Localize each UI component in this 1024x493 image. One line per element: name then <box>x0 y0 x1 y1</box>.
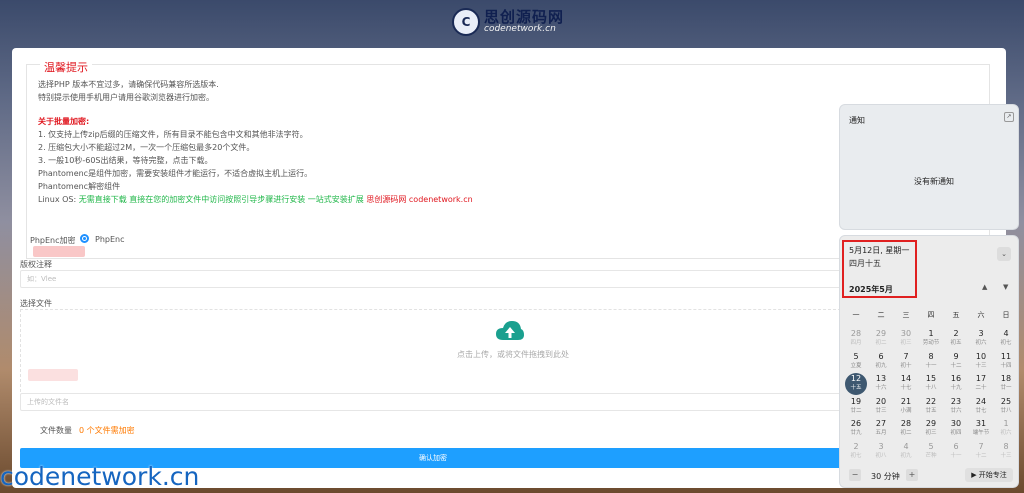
calendar-day-today[interactable]: 12 十五 <box>845 373 867 395</box>
linux-line: Linux OS: 无需直接下载 直接在您的加密文件中访问按照引导步骤进行安装 … <box>38 194 473 205</box>
next-month-icon[interactable]: ▼ <box>1003 283 1008 291</box>
calendar-day[interactable]: 29 初二 <box>870 328 892 350</box>
count-label: 文件数量 <box>40 426 72 435</box>
calendar-day[interactable]: 30 初三 <box>895 328 917 350</box>
calendar-day[interactable]: 1 劳动节 <box>920 328 942 350</box>
focus-minutes: 30 分钟 <box>871 472 900 481</box>
batch-line: 1. 仅支持上传zip后缀的压缩文件，所有目录不能包含中文和其他非法字符。 <box>38 130 308 139</box>
calendar-day[interactable]: 30 初四 <box>945 418 967 440</box>
copyright-input[interactable]: 如：Vlee <box>20 270 846 288</box>
calendar-day[interactable]: 2 初七 <box>845 441 867 463</box>
watermark: codenetwork.cn <box>0 462 200 491</box>
calendar-day[interactable]: 8 十一 <box>920 351 942 373</box>
calendar-day[interactable]: 4 初九 <box>895 441 917 463</box>
calendar-day[interactable]: 19 廿二 <box>845 396 867 418</box>
filename-input[interactable]: 上传的文件名 <box>20 393 846 411</box>
calendar-day[interactable]: 10 十三 <box>970 351 992 373</box>
calendar-day[interactable]: 7 十二 <box>970 441 992 463</box>
linux-install-link[interactable]: 无需直接下载 直接在您的加密文件中访问按照引导步骤进行安装 一站式安装扩展 <box>79 195 367 204</box>
calendar-day[interactable]: 17 二十 <box>970 373 992 395</box>
phpenc-radio[interactable] <box>80 234 89 243</box>
calendar-day[interactable]: 16 十九 <box>945 373 967 395</box>
weekday-label: 四 <box>927 311 935 319</box>
calendar-day[interactable]: 5 芒种 <box>920 441 942 463</box>
weekday-label: 六 <box>977 311 985 319</box>
calendar-day[interactable]: 9 十二 <box>945 351 967 373</box>
count-value: 0 个文件需加密 <box>79 426 135 435</box>
calendar-day[interactable]: 22 廿五 <box>920 396 942 418</box>
notification-panel: 通知 ↗ 没有新通知 <box>839 104 1019 230</box>
enc-label: PhpEnc加密 <box>30 236 76 245</box>
calendar-day[interactable]: 23 廿六 <box>945 396 967 418</box>
upload-dropzone[interactable] <box>20 309 846 397</box>
weekday-label: 一 <box>852 311 860 319</box>
weekday-label: 三 <box>902 311 910 319</box>
pink-tag <box>33 246 85 257</box>
notification-settings-icon[interactable]: ↗ <box>1004 112 1014 122</box>
calendar-day[interactable]: 6 初九 <box>870 351 892 373</box>
file-label: 选择文件 <box>20 299 52 308</box>
prev-month-icon[interactable]: ▲ <box>982 283 987 291</box>
calendar-day[interactable]: 3 初八 <box>870 441 892 463</box>
calendar-day[interactable]: 24 廿七 <box>970 396 992 418</box>
calendar-day[interactable]: 7 初十 <box>895 351 917 373</box>
calendar-day[interactable]: 25 廿八 <box>995 396 1017 418</box>
focus-start-button[interactable]: ▶ 开始专注 <box>965 468 1013 482</box>
calendar-day[interactable]: 5 立夏 <box>845 351 867 373</box>
calendar-day[interactable]: 31 端午节 <box>970 418 992 440</box>
batch-line: Phantomenc是组件加密，需要安装组件才能运行，不适合虚拟主机上运行。 <box>38 169 313 178</box>
calendar-day[interactable]: 8 十三 <box>995 441 1017 463</box>
tip-line: 特别提示使用手机用户请用谷歌浏览器进行加密。 <box>38 93 214 102</box>
calendar-day[interactable]: 11 十四 <box>995 351 1017 373</box>
calendar-day[interactable]: 3 初六 <box>970 328 992 350</box>
logo-cn: 思创源码网 <box>484 8 565 26</box>
logo-mark: C <box>452 8 480 36</box>
tips-legend: 温馨提示 <box>40 59 92 75</box>
focus-minus-button[interactable]: − <box>849 469 861 481</box>
copyright-label: 版权注释 <box>20 260 52 269</box>
batch-title: 关于批量加密: <box>38 117 90 126</box>
calendar-day[interactable]: 28 初二 <box>895 418 917 440</box>
calendar-day[interactable]: 18 廿一 <box>995 373 1017 395</box>
calendar-day[interactable]: 1 初六 <box>995 418 1017 440</box>
highlight-rect <box>842 240 917 298</box>
phpenc-radio-label[interactable]: PhpEnc <box>95 235 125 244</box>
upload-hint: 点击上传，或将文件拖拽到此处 <box>457 350 569 359</box>
logo-en: codenetwork.cn <box>484 24 556 34</box>
weekday-label: 日 <box>1002 311 1010 319</box>
calendar-day[interactable]: 6 十一 <box>945 441 967 463</box>
focus-plus-button[interactable]: + <box>906 469 918 481</box>
batch-line: Phantomenc解密组件 <box>38 182 121 191</box>
calendar-day[interactable]: 28 四月 <box>845 328 867 350</box>
collapse-chevron-icon[interactable]: ⌄ <box>997 247 1011 261</box>
tip-line: 选择PHP 版本不宜过多，请确保代码兼容所选版本. <box>38 80 219 89</box>
calendar-day[interactable]: 15 十八 <box>920 373 942 395</box>
pink-tag <box>28 369 78 381</box>
cloud-upload-icon <box>496 321 524 340</box>
batch-line: 2. 压缩包大小不能超过2M，一次一个压缩包最多20个文件。 <box>38 143 255 152</box>
notification-empty: 没有新通知 <box>914 177 954 186</box>
calendar-day[interactable]: 29 初三 <box>920 418 942 440</box>
calendar-day[interactable]: 21 小满 <box>895 396 917 418</box>
linux-label: Linux OS: <box>38 195 79 204</box>
batch-line: 3. 一般10秒-60S出结果，等待完整，点击下载。 <box>38 156 213 165</box>
calendar-day[interactable]: 2 初五 <box>945 328 967 350</box>
calendar-day[interactable]: 20 廿三 <box>870 396 892 418</box>
calendar-day[interactable]: 14 十七 <box>895 373 917 395</box>
linux-site-link[interactable]: 思创源码网 codenetwork.cn <box>366 195 472 204</box>
site-logo: C 思创源码网 codenetwork.cn <box>452 4 577 40</box>
notification-title: 通知 <box>849 116 865 125</box>
calendar-day[interactable]: 26 廿九 <box>845 418 867 440</box>
calendar-day[interactable]: 4 初七 <box>995 328 1017 350</box>
calendar-day[interactable]: 27 五月 <box>870 418 892 440</box>
calendar-day[interactable]: 13 十六 <box>870 373 892 395</box>
weekday-label: 五 <box>952 311 960 319</box>
weekday-label: 二 <box>877 311 885 319</box>
